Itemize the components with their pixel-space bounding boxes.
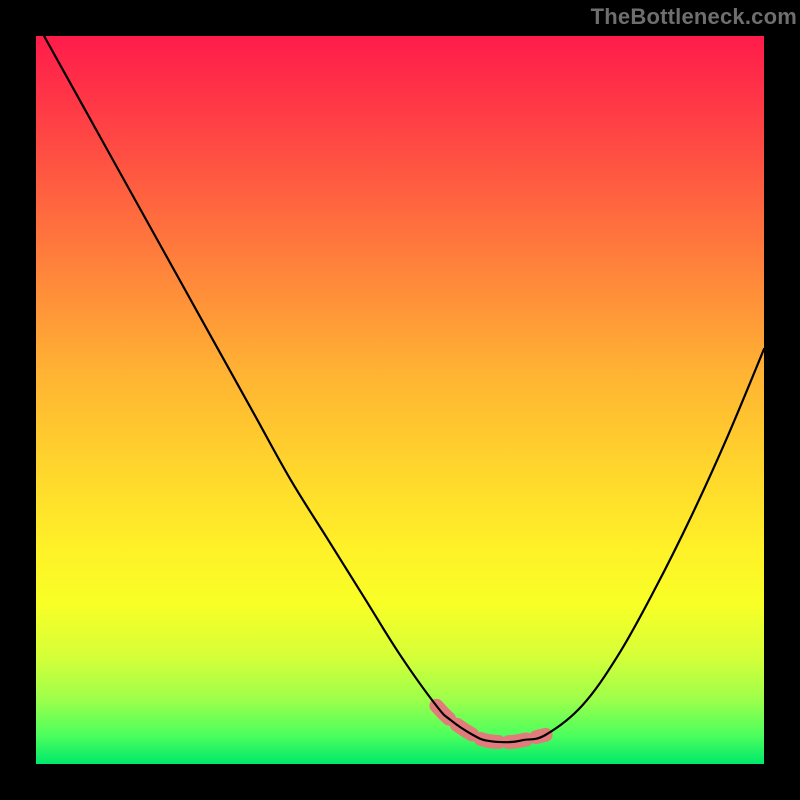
chart-frame: TheBottleneck.com: [0, 0, 800, 800]
watermark-label: TheBottleneck.com: [591, 4, 797, 30]
plot-area: [36, 36, 764, 764]
highlight-band-fill: [436, 706, 545, 742]
curve-layer: [36, 36, 764, 764]
bottleneck-curve-path: [36, 36, 764, 742]
